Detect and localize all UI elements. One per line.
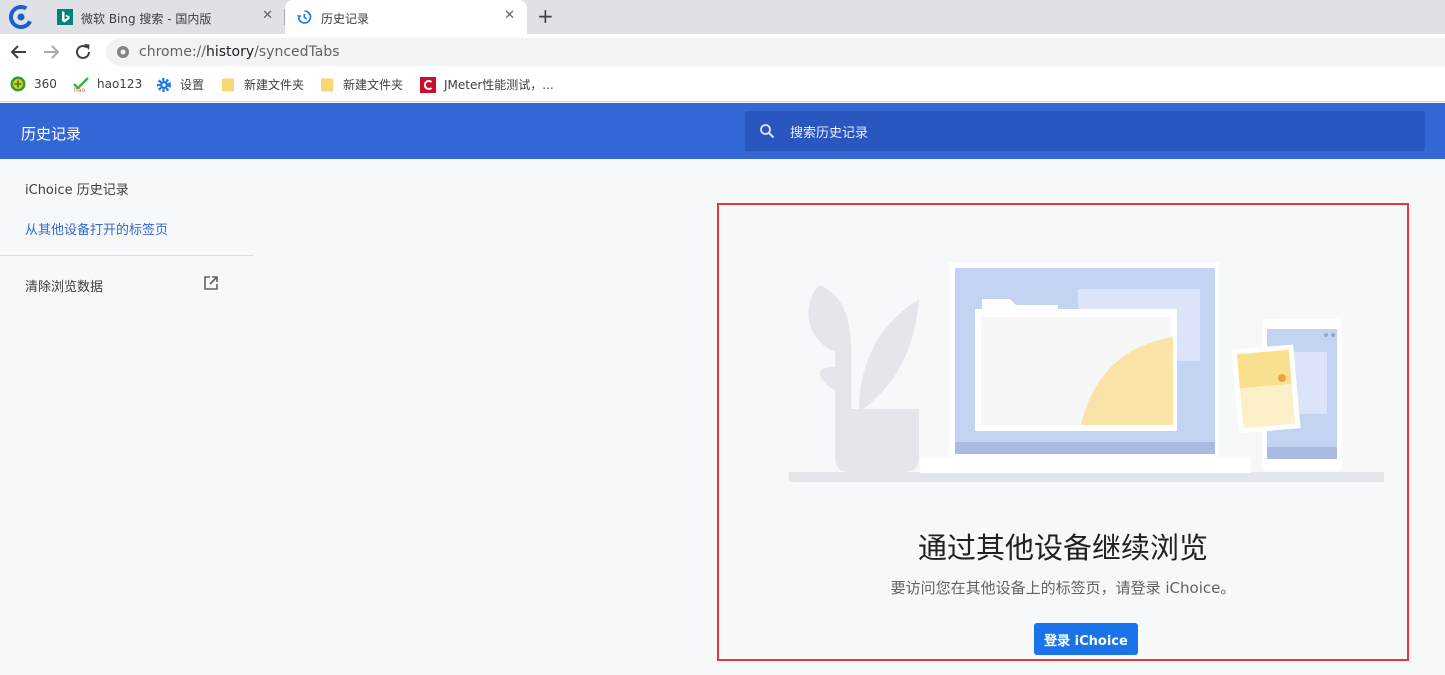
360-icon (10, 76, 26, 92)
folder-icon (222, 78, 234, 91)
history-icon (297, 10, 312, 24)
svg-text:hao: hao (74, 87, 85, 92)
chrome-page-icon[interactable] (116, 45, 130, 59)
sidebar-item-clear-data[interactable]: 清除浏览数据 (25, 276, 103, 295)
browser-logo-icon[interactable] (9, 5, 33, 29)
tab-bing[interactable]: 微软 Bing 搜索 - 国内版 ✕ (45, 0, 285, 34)
promo-description: 要访问您在其他设备上的标签页，请登录 iChoice。 (890, 579, 1236, 597)
bookmark-settings[interactable]: 设置 (156, 76, 204, 93)
sidebar: iChoice 历史记录 从其他设备打开的标签页 清除浏览数据 (0, 159, 253, 675)
bookmark-jmeter[interactable]: JMeter性能测试，... (420, 76, 554, 93)
bookmarks-bar: 360 hao hao123 设置 新建文件夹 新建文件夹 JMeter性能测试… (0, 69, 1445, 102)
bookmark-folder-1[interactable]: 新建文件夹 (220, 76, 304, 93)
page-title: 历史记录 (21, 125, 82, 143)
sidebar-item-history[interactable]: iChoice 历史记录 (25, 179, 129, 198)
jmeter-icon (420, 76, 436, 93)
gear-icon (157, 77, 171, 92)
devices-illustration (789, 262, 1384, 482)
tab-title: 微软 Bing 搜索 - 国内版 (81, 12, 212, 26)
bing-icon (57, 9, 73, 25)
toolbar: chrome://history/syncedTabs (0, 34, 1445, 69)
tab-history[interactable]: 历史记录 ✕ (285, 0, 527, 34)
sign-in-button[interactable]: 登录 iChoice (1034, 623, 1138, 655)
close-icon[interactable]: ✕ (504, 8, 515, 23)
search-icon (760, 124, 775, 139)
back-button[interactable] (7, 40, 31, 64)
forward-button[interactable] (39, 40, 63, 64)
url-text[interactable]: chrome://history/syncedTabs (139, 44, 340, 60)
tab-title: 历史记录 (321, 12, 370, 26)
folder-icon (321, 78, 333, 91)
external-link-icon[interactable] (203, 275, 219, 291)
reload-button[interactable] (71, 40, 95, 64)
close-icon[interactable]: ✕ (262, 8, 273, 23)
bookmark-folder-2[interactable]: 新建文件夹 (319, 76, 403, 93)
bookmark-360[interactable]: 360 (10, 76, 57, 92)
bookmark-hao123[interactable]: hao hao123 (73, 76, 142, 92)
search-placeholder: 搜索历史记录 (790, 126, 869, 141)
sidebar-divider (0, 255, 253, 256)
search-input[interactable]: 搜索历史记录 (745, 111, 1425, 151)
new-tab-button[interactable]: + (537, 4, 554, 28)
hao123-icon: hao (73, 77, 89, 92)
sidebar-item-synced-tabs[interactable]: 从其他设备打开的标签页 (25, 219, 168, 238)
address-bar[interactable]: chrome://history/syncedTabs (106, 38, 1445, 66)
tab-strip: 微软 Bing 搜索 - 国内版 ✕ 历史记录 ✕ + (0, 0, 1445, 34)
sign-in-promo: 通过其他设备继续浏览 要访问您在其他设备上的标签页，请登录 iChoice。 登… (717, 203, 1409, 661)
promo-title: 通过其他设备继续浏览 (917, 531, 1208, 565)
history-header: 历史记录 搜索历史记录 (0, 103, 1445, 159)
